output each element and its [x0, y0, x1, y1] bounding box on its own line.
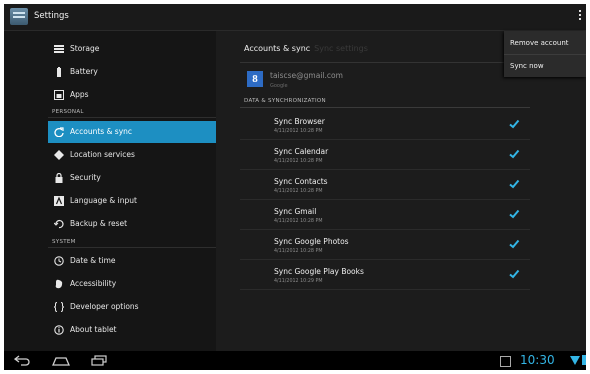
- sidebar-item-accessibility[interactable]: Accessibility: [48, 273, 216, 295]
- back-icon[interactable]: [14, 355, 32, 366]
- section-divider: [240, 107, 530, 108]
- sidebar-item-label: About tablet: [70, 325, 117, 334]
- sidebar-item-label: Location services: [70, 150, 135, 159]
- sidebar-item-label: Accessibility: [70, 279, 117, 288]
- section-system: SYSTEM: [52, 239, 76, 245]
- sync-item-name: Sync Calendar: [274, 147, 329, 156]
- notification-icon[interactable]: [500, 356, 511, 367]
- check-icon[interactable]: [508, 238, 520, 250]
- remove-account-menu-item[interactable]: Remove account: [510, 39, 569, 47]
- check-icon[interactable]: [508, 208, 520, 220]
- sidebar-item-date-time[interactable]: Date & time: [48, 250, 216, 272]
- account-email: taiscse@gmail.com: [270, 71, 343, 80]
- sidebar-item-label: Battery: [70, 67, 98, 76]
- sidebar-item-location[interactable]: Location services: [48, 144, 216, 166]
- sidebar-item-storage[interactable]: Storage: [48, 38, 216, 60]
- sidebar-item-label: Developer options: [70, 302, 139, 311]
- check-icon[interactable]: [508, 178, 520, 190]
- account-type: Google: [270, 83, 288, 89]
- sidebar-item-label: Backup & reset: [70, 219, 128, 228]
- sidebar-item-language[interactable]: Language & input: [48, 190, 216, 212]
- section-personal: PERSONAL: [52, 109, 84, 115]
- sync-icon: [54, 127, 64, 137]
- sync-item-google-photos[interactable]: Sync Google Photos 4/11/2012 10:28 PM: [240, 229, 530, 260]
- pane-title: Accounts & sync: [244, 44, 311, 53]
- lock-icon: [55, 173, 63, 183]
- sidebar-item-label: Storage: [70, 44, 100, 53]
- clock-icon: [54, 256, 64, 266]
- storage-icon: [54, 45, 64, 53]
- google-account-logo: 8: [247, 71, 263, 87]
- sync-item-gmail[interactable]: Sync Gmail 4/11/2012 10:28 PM: [240, 199, 530, 230]
- status-clock[interactable]: 10:30: [520, 353, 555, 367]
- check-icon[interactable]: [508, 148, 520, 160]
- accounts-sync-pane: Accounts & sync Sync settings 8 taiscse@g…: [216, 31, 586, 351]
- sync-item-browser[interactable]: Sync Browser 4/11/2012 10:28 PM: [240, 109, 530, 140]
- sync-item-time: 4/11/2012 10:28 PM: [274, 159, 323, 164]
- overflow-popup-menu: Remove account Sync now: [504, 31, 586, 77]
- app-title: Settings: [34, 11, 69, 21]
- sync-item-time: 4/11/2012 10:29 PM: [274, 279, 323, 284]
- sidebar-item-label: Language & input: [70, 196, 137, 205]
- overflow-menu-icon[interactable]: [577, 8, 583, 26]
- tablet-screen: Settings Storage Battery Apps PERSONAL A…: [4, 4, 586, 370]
- home-icon[interactable]: [52, 355, 70, 366]
- pane-header: Accounts & sync Sync settings: [244, 44, 368, 53]
- sync-item-name: Sync Contacts: [274, 177, 328, 186]
- sidebar-item-about[interactable]: About tablet: [48, 319, 216, 341]
- info-icon: [54, 325, 64, 335]
- backup-icon: [54, 220, 64, 229]
- sync-item-contacts[interactable]: Sync Contacts 4/11/2012 10:28 PM: [240, 169, 530, 200]
- settings-sidebar: Storage Battery Apps PERSONAL Accounts &…: [4, 31, 216, 351]
- sync-item-name: Sync Google Photos: [274, 237, 349, 246]
- language-icon: [54, 196, 64, 206]
- sidebar-item-label: Apps: [70, 90, 89, 99]
- accessibility-icon: [55, 279, 63, 289]
- system-bar: 10:30: [4, 351, 586, 370]
- sidebar-item-battery[interactable]: Battery: [48, 61, 216, 83]
- battery-icon: [57, 67, 61, 77]
- sidebar-item-label: Accounts & sync: [70, 127, 133, 136]
- sync-item-calendar[interactable]: Sync Calendar 4/11/2012 10:28 PM: [240, 139, 530, 170]
- recent-apps-icon[interactable]: [90, 355, 108, 366]
- sync-item-time: 4/11/2012 10:28 PM: [274, 189, 323, 194]
- location-icon: [54, 150, 64, 160]
- sidebar-item-backup[interactable]: Backup & reset: [48, 213, 216, 235]
- section-divider: [48, 247, 216, 248]
- sidebar-item-label: Date & time: [70, 256, 116, 265]
- section-divider: [48, 117, 216, 118]
- apps-icon: [54, 90, 64, 100]
- sync-item-time: 4/11/2012 10:28 PM: [274, 129, 323, 134]
- menu-divider: [504, 54, 586, 55]
- check-icon[interactable]: [508, 118, 520, 130]
- sidebar-item-developer[interactable]: Developer options: [48, 296, 216, 318]
- wifi-icon: [570, 356, 580, 365]
- sync-item-time: 4/11/2012 10:28 PM: [274, 249, 323, 254]
- sidebar-item-accounts-sync[interactable]: Accounts & sync: [48, 121, 216, 143]
- sync-item-time: 4/11/2012 10:28 PM: [274, 219, 323, 224]
- sync-item-name: Sync Gmail: [274, 207, 317, 216]
- data-sync-section-label: DATA & SYNCHRONIZATION: [244, 98, 326, 104]
- battery-status-icon: [582, 355, 586, 365]
- sync-item-name: Sync Browser: [274, 117, 325, 126]
- sidebar-item-label: Security: [70, 173, 101, 182]
- sidebar-item-security[interactable]: Security: [48, 167, 216, 189]
- action-bar: Settings: [4, 4, 586, 31]
- braces-icon: [54, 302, 64, 312]
- settings-app-icon[interactable]: [10, 8, 28, 25]
- pane-subtitle: Sync settings: [314, 44, 368, 53]
- sync-now-menu-item[interactable]: Sync now: [510, 62, 544, 70]
- check-icon[interactable]: [508, 268, 520, 280]
- sync-item-play-books[interactable]: Sync Google Play Books 4/11/2012 10:29 P…: [240, 259, 530, 290]
- sync-item-name: Sync Google Play Books: [274, 267, 364, 276]
- sidebar-item-apps[interactable]: Apps: [48, 84, 216, 106]
- header-divider: [240, 62, 530, 63]
